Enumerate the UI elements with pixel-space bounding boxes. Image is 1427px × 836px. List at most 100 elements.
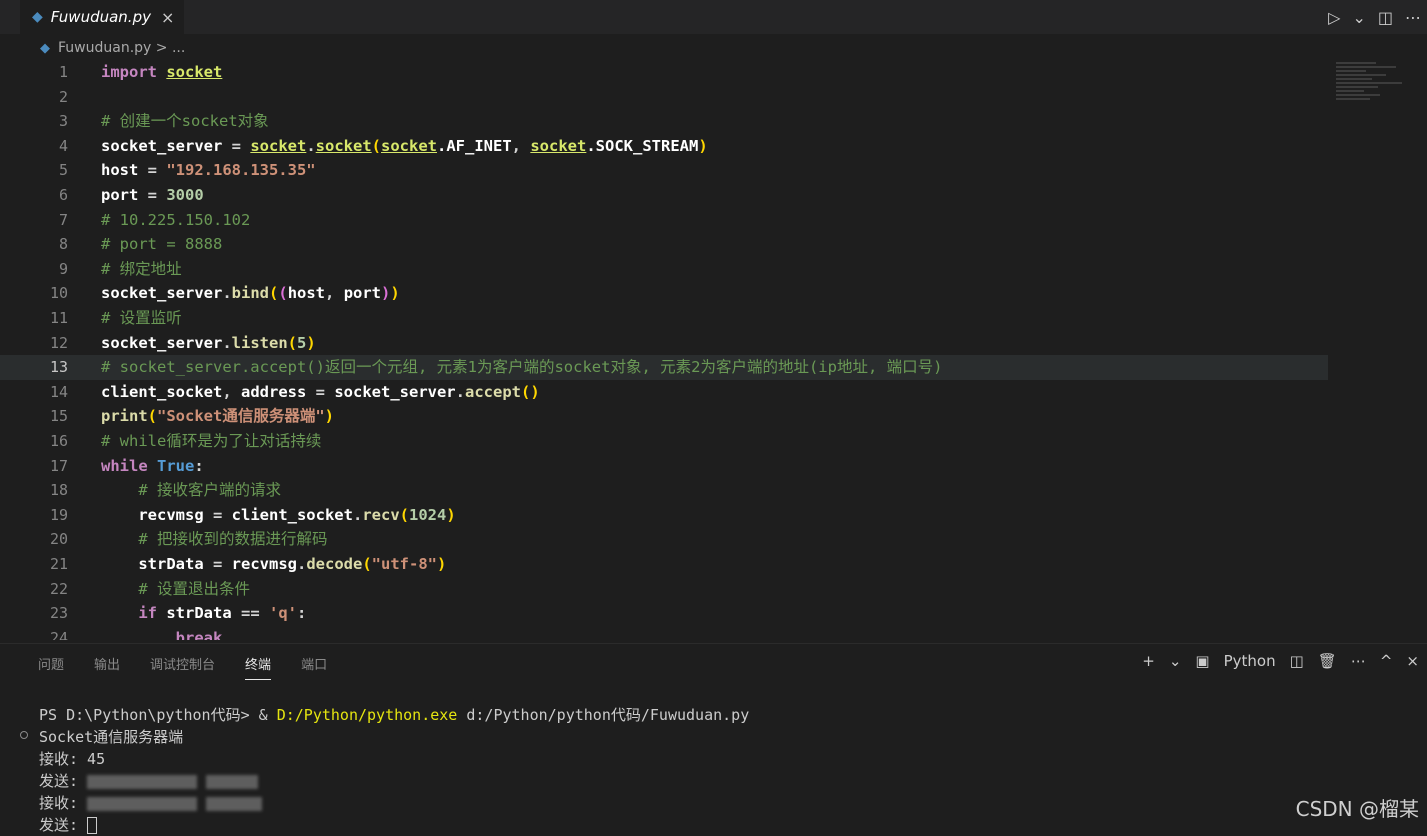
blurred-text (87, 774, 198, 789)
line-number: 12 (49, 333, 68, 352)
code-line[interactable]: 5 host = "192.168.135.35" (0, 158, 1427, 183)
editor-actions: ▷ ⌄ ◫ ⋯ (1328, 0, 1421, 34)
run-icon[interactable]: ▷ (1328, 8, 1340, 27)
line-number: 11 (49, 309, 68, 327)
line-number: 24 (49, 628, 68, 640)
code-text: socket_server = socket.socket(socket.AF_… (101, 136, 708, 155)
add-terminal-icon[interactable]: + (1142, 652, 1155, 670)
code-line[interactable]: 1 import socket (0, 60, 1427, 85)
shell-label[interactable]: Python (1224, 652, 1276, 670)
watermark: CSDN @榴某 (1295, 797, 1419, 821)
python-file-icon: ◆ (32, 9, 43, 25)
code-line[interactable]: 18 # 接收客户端的请求 (0, 478, 1427, 503)
line-number: 9 (58, 259, 68, 278)
panel-tab[interactable]: 输出 (94, 654, 120, 680)
panel-tab[interactable]: 终端 (245, 654, 272, 680)
more-icon[interactable]: ⋯ (1351, 652, 1366, 670)
panel-tabs: 问题 输出 调试控制台 终端 端口 (38, 654, 327, 680)
code-text: # 绑定地址 (101, 259, 182, 278)
code-line[interactable]: 9 # 绑定地址 (0, 257, 1427, 282)
code-text: while True: (101, 456, 204, 475)
panel-tab[interactable]: 问题 (38, 654, 64, 680)
code-text: # 创建一个socket对象 (101, 112, 269, 131)
terminal-line: Socket通信服务器端 (0, 726, 1400, 748)
code-line[interactable]: 24 break (0, 626, 1427, 640)
panel-tab[interactable]: 端口 (301, 654, 327, 680)
chevron-down-icon[interactable]: ⌄ (1169, 652, 1182, 670)
line-number: 22 (49, 579, 68, 598)
code-line[interactable]: 17 while True: (0, 454, 1427, 479)
split-terminal-icon[interactable]: ◫ (1290, 652, 1304, 670)
line-number: 19 (49, 505, 68, 524)
code-editor[interactable]: 1 import socket 2 3 # 创建一个socket对象 4 socket_se… (0, 60, 1427, 640)
code-text: # port = 8888 (101, 235, 223, 254)
line-number: 3 (58, 112, 68, 131)
code-line[interactable]: 2 (0, 85, 1427, 110)
terminal-icon: ▣ (1195, 652, 1210, 670)
code-text: recvmsg = client_socket.recv(1024) (138, 505, 456, 524)
code-line[interactable]: 10 socket_server.bind((host, port)) (0, 281, 1427, 306)
code-line[interactable]: 11 # 设置监听 (0, 306, 1427, 331)
panel-actions: + ⌄ ▣ Python ◫ 🗑 ⋯ ^ × (1142, 652, 1419, 670)
chevron-down-icon[interactable]: ⌄ (1352, 8, 1365, 27)
breadcrumb: ◆ Fuwuduan.py > ... (40, 38, 185, 58)
line-number: 6 (58, 186, 68, 204)
line-number: 8 (58, 235, 68, 254)
blurred-text (206, 774, 259, 789)
code-line[interactable]: 23 if strData == 'q': (0, 601, 1427, 626)
maximize-icon[interactable]: ^ (1380, 652, 1393, 670)
line-number: 18 (49, 481, 68, 500)
breadcrumb-file[interactable]: Fuwuduan.py (58, 40, 151, 56)
line-number: 10 (49, 284, 68, 303)
line-number: 7 (58, 210, 68, 229)
code-text: # 设置监听 (101, 309, 182, 327)
line-number: 4 (58, 136, 68, 155)
split-editor-icon[interactable]: ◫ (1378, 8, 1393, 27)
line-number: 15 (49, 407, 68, 426)
panel-tab[interactable]: 调试控制台 (150, 654, 215, 680)
close-icon[interactable]: × (1406, 652, 1419, 670)
line-number: 17 (49, 456, 68, 475)
code-line[interactable]: 3 # 创建一个socket对象 (0, 109, 1427, 134)
code-line[interactable]: 13 # socket_server.accept()返回一个元组, 元素1为客户… (0, 355, 1328, 380)
line-number: 2 (58, 87, 68, 106)
code-text: socket_server.bind((host, port)) (101, 284, 400, 303)
terminal-line: PS D:\Python\python代码> & D:/Python/pytho… (39, 706, 750, 724)
status-circle-icon (20, 731, 28, 739)
close-icon[interactable]: × (161, 8, 174, 27)
blurred-text (87, 796, 198, 811)
code-line[interactable]: 19 recvmsg = client_socket.recv(1024) (0, 503, 1427, 528)
code-line[interactable]: 8 # port = 8888 (0, 232, 1427, 257)
terminal-output[interactable]: PS D:\Python\python代码> & D:/Python/pytho… (0, 704, 1400, 836)
code-text: socket_server.listen(5) (101, 333, 316, 352)
code-line[interactable]: 20 # 把接收到的数据进行解码 (0, 527, 1427, 552)
code-text: # 设置退出条件 (138, 579, 250, 598)
code-line[interactable]: 16 # while循环是为了让对话持续 (0, 429, 1427, 454)
code-line[interactable]: 21 strData = recvmsg.decode("utf-8") (0, 552, 1427, 577)
code-text: # 接收客户端的请求 (138, 481, 281, 500)
code-line[interactable]: 12 socket_server.listen(5) (0, 331, 1427, 356)
terminal-line: 发送: (0, 770, 1400, 792)
code-text: # 10.225.150.102 (101, 210, 251, 229)
terminal-cursor (87, 817, 98, 834)
code-text: print("Socket通信服务器端") (101, 407, 335, 426)
breadcrumb-rest[interactable]: > ... (156, 40, 186, 56)
minimap[interactable] (1336, 62, 1406, 122)
code-text: # 把接收到的数据进行解码 (138, 530, 328, 549)
code-line[interactable]: 14 client_socket, address = socket_server… (0, 380, 1427, 405)
code-text: if strData == 'q': (138, 604, 307, 623)
code-line[interactable]: 22 # 设置退出条件 (0, 577, 1427, 602)
code-line[interactable]: 15 print("Socket通信服务器端") (0, 404, 1427, 429)
line-number: 20 (49, 530, 68, 549)
more-icon[interactable]: ⋯ (1405, 8, 1421, 27)
code-line[interactable]: 7 # 10.225.150.102 (0, 208, 1427, 233)
code-line[interactable]: 6 port = 3000 (0, 183, 1427, 208)
line-number: 21 (49, 555, 68, 573)
tab-fuwuduan[interactable]: ◆ Fuwuduan.py × (20, 0, 184, 34)
trash-icon[interactable]: 🗑 (1318, 652, 1337, 670)
code-text: # while循环是为了让对话持续 (101, 432, 322, 450)
code-line[interactable]: 4 socket_server = socket.socket(socket.AF… (0, 134, 1427, 159)
code-text: port = 3000 (101, 186, 204, 204)
line-number: 16 (49, 432, 68, 450)
terminal-line: 发送: (0, 814, 1400, 836)
